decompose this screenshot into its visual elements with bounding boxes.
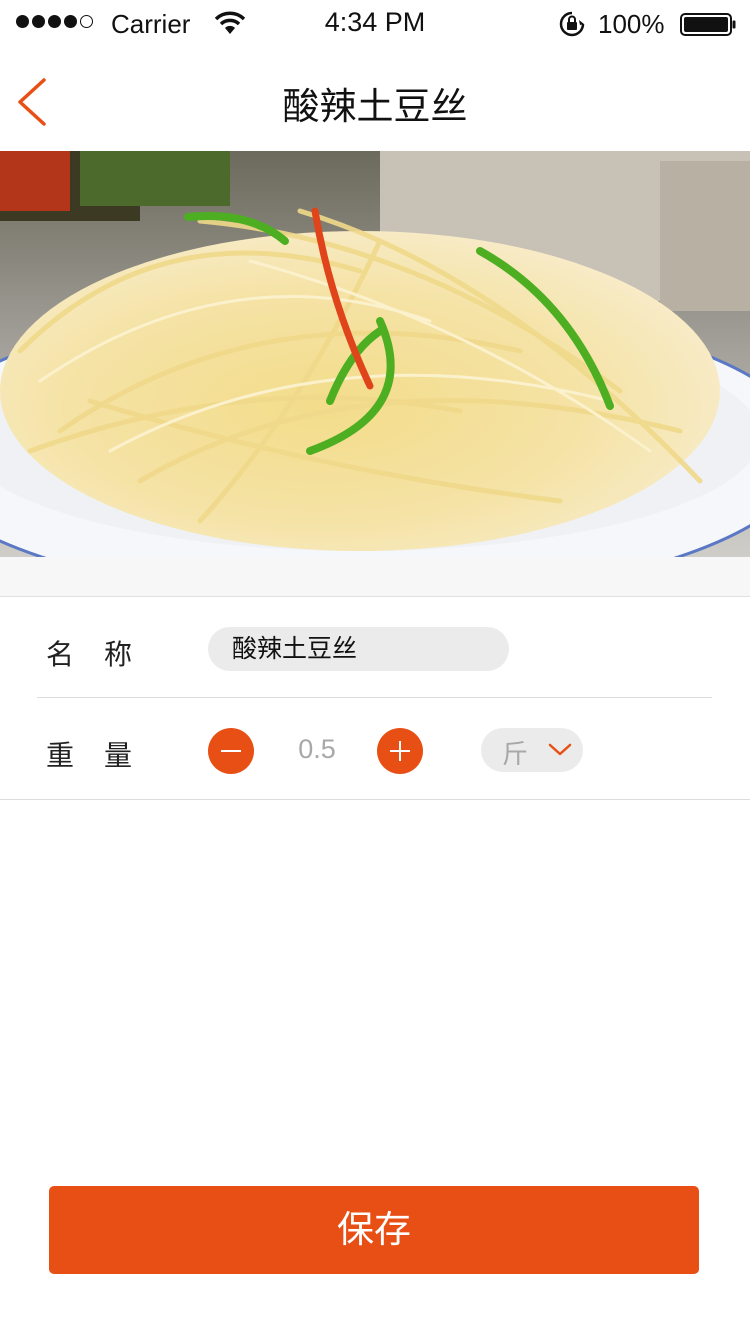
battery-icon [680,13,736,36]
minus-circle-icon [221,750,241,752]
name-field[interactable]: 酸辣土豆丝 [208,627,509,671]
nav-bar: 酸辣土豆丝 [0,48,750,151]
decrease-weight-button[interactable] [208,728,254,774]
dish-form: 名称 酸辣土豆丝 重量 0.5 斤 [0,597,750,800]
weight-label: 重量 [46,739,163,772]
name-row: 名称 酸辣土豆丝 [0,597,750,698]
chevron-down-icon [548,743,572,756]
status-bar: Carrier 4:34 PM 100% [0,0,750,48]
unit-dropdown[interactable]: 斤 [481,728,583,772]
dish-photo [0,151,750,557]
save-button[interactable]: 保存 [49,1186,699,1274]
name-label: 名称 [46,638,163,671]
weight-quantity: 0.5 [298,734,336,764]
increase-weight-button[interactable] [377,728,423,774]
battery-percent: 100% [598,9,665,39]
rotation-lock-icon [559,11,585,37]
section-separator [0,557,750,597]
page-title: 酸辣土豆丝 [282,85,468,128]
unit-value: 斤 [502,740,529,770]
weight-row: 重量 0.5 斤 [0,698,750,800]
